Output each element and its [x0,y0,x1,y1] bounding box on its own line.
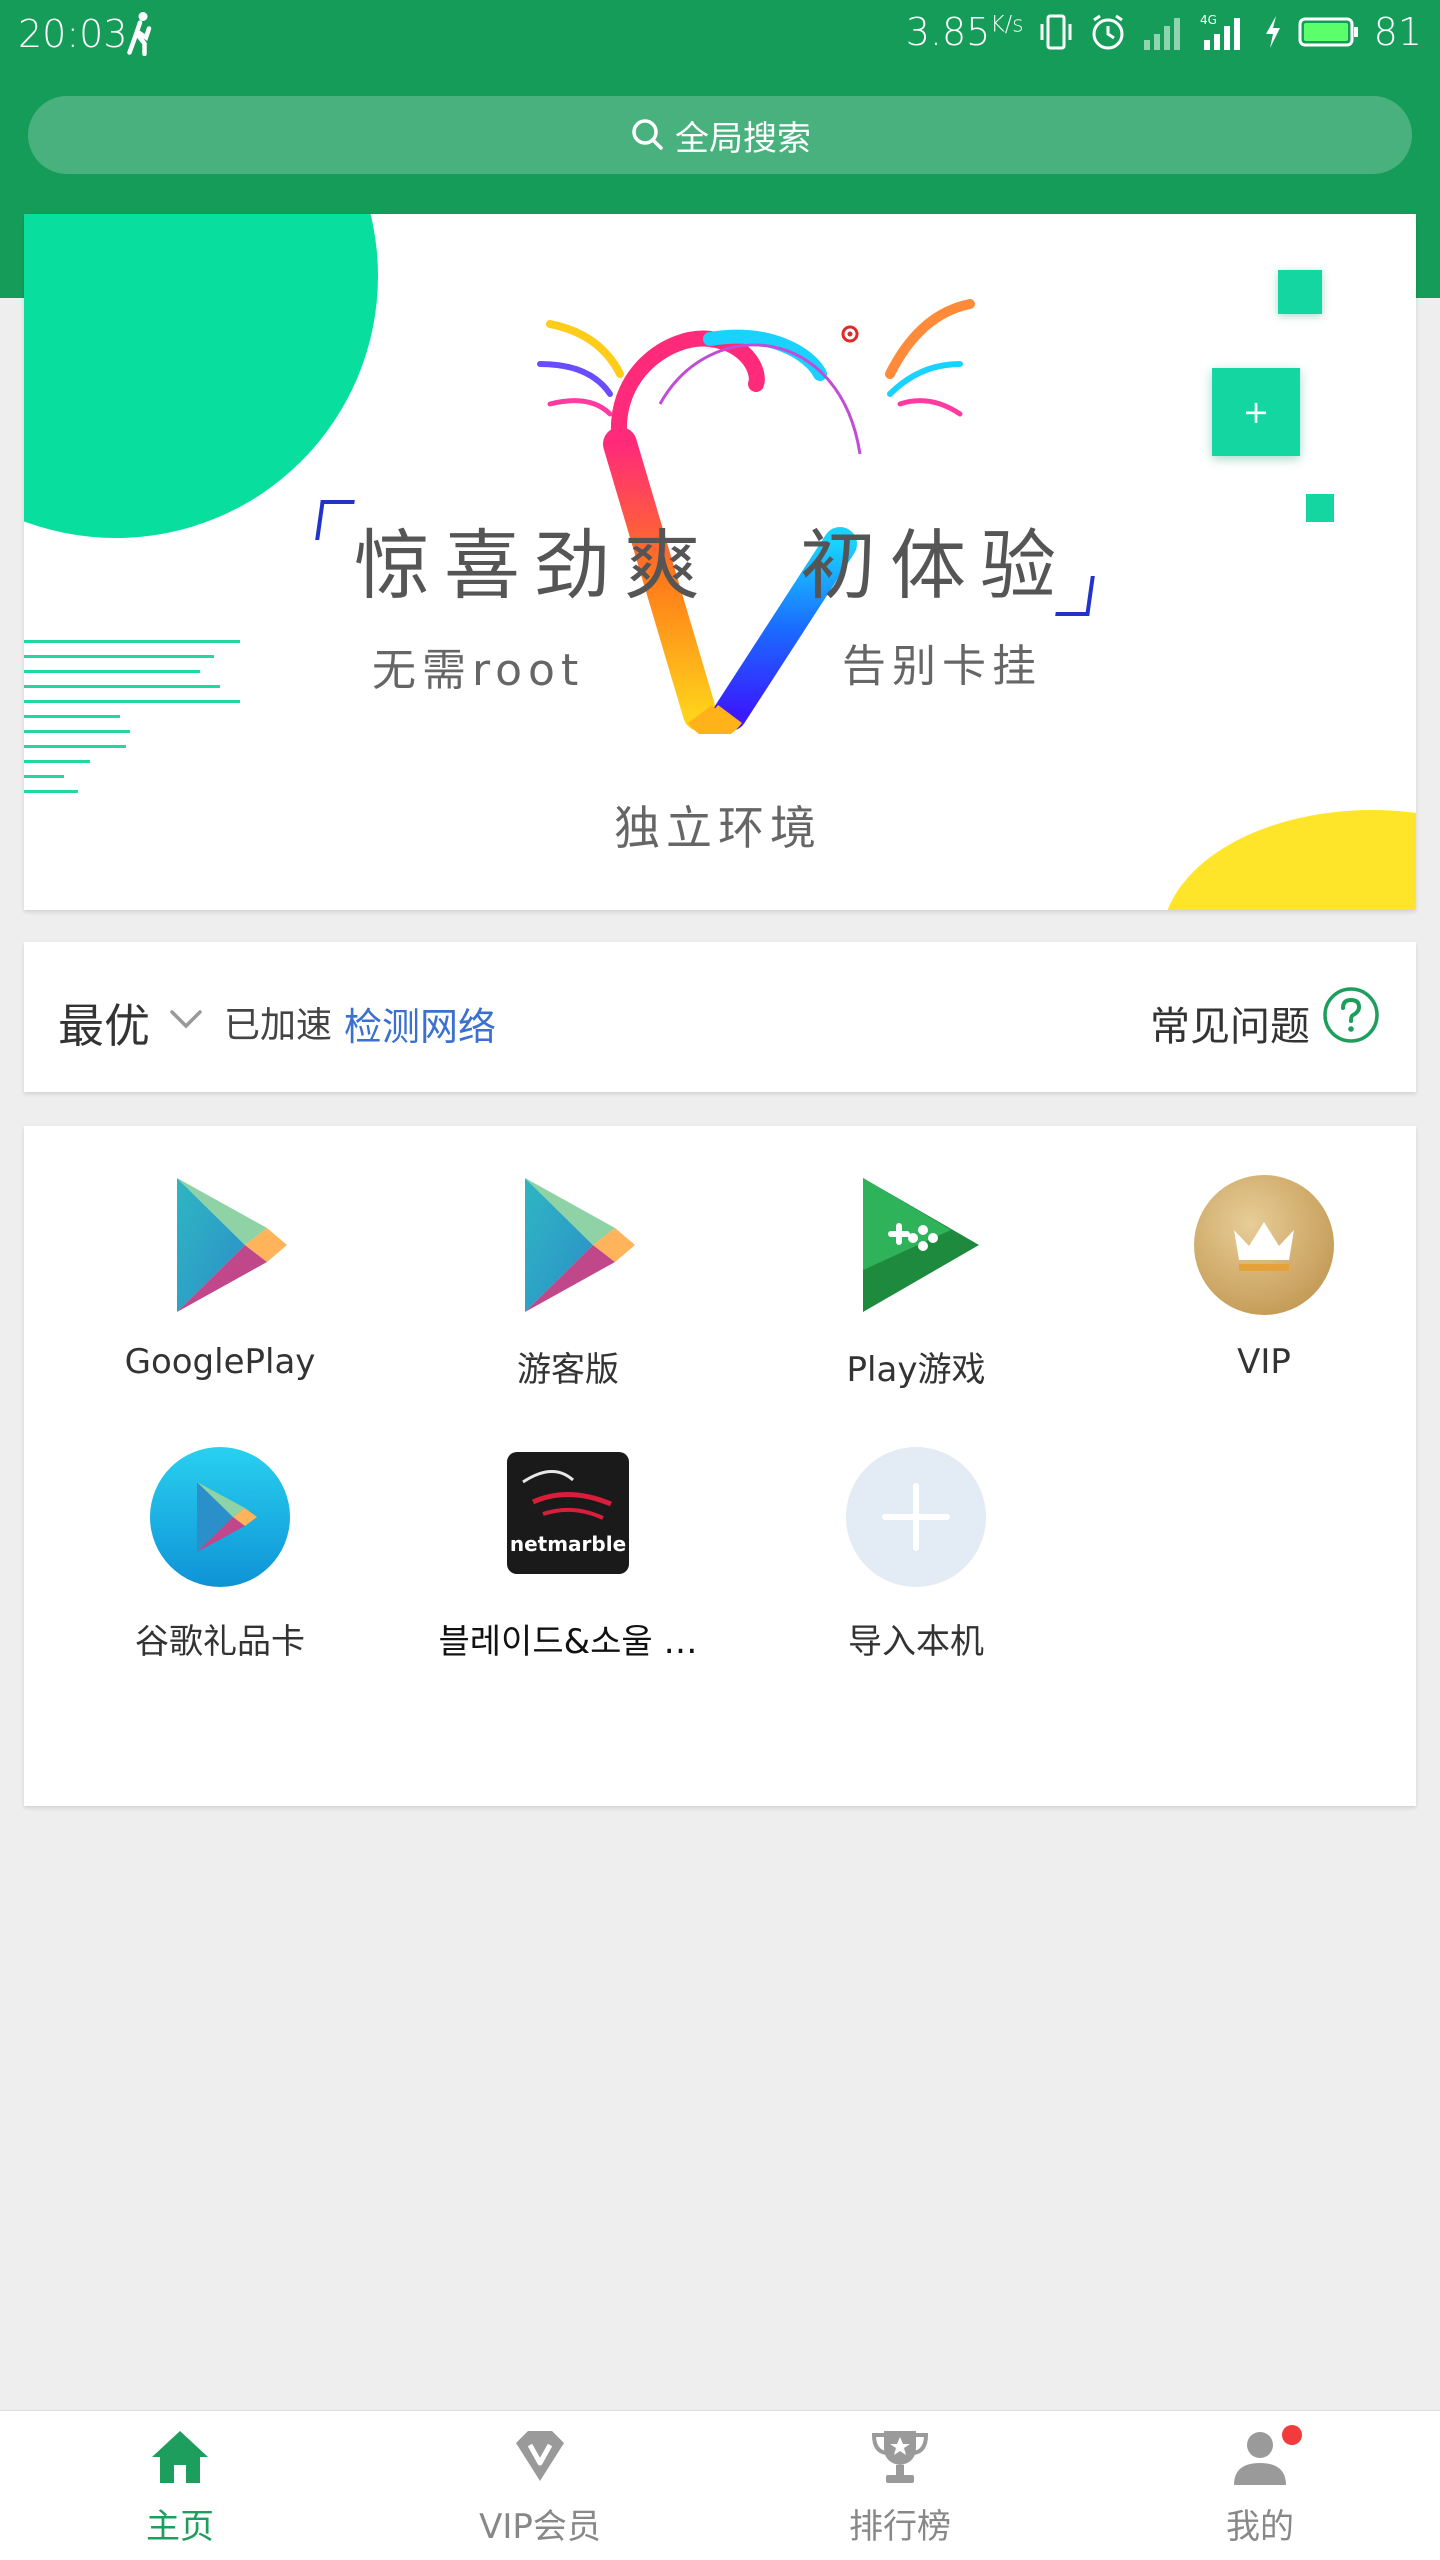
netmarble-text: netmarble [509,1532,627,1556]
app-blade-and-soul[interactable]: netmarble 블레이드&소울 … [394,1442,742,1663]
signal-4g-icon: 4G [1200,13,1240,50]
search-icon [632,119,663,150]
app-label: VIP [1237,1342,1291,1382]
status-bar: 20:03 3.85K/s 4G 81 [0,0,1440,70]
app-label: GooglePlay [124,1342,316,1382]
acceleration-status: 已加速 [224,1005,333,1046]
vip-diamond-icon [516,2431,564,2481]
google-play-icon [493,1170,643,1320]
app-label: 游客版 [517,1350,619,1390]
walking-icon [127,12,152,56]
network-mode-selector[interactable]: 最优 [58,990,150,1056]
vibrate-icon [1040,14,1072,50]
notification-badge [1282,2425,1302,2445]
app-play-games[interactable]: Play游戏 [742,1170,1090,1391]
nav-label: 我的 [1226,2507,1294,2547]
banner-subtitle-bottom: 独立环境 [614,801,822,855]
promo-banner[interactable]: + 惊喜劲爽 初体验 无需root 告别卡挂 独立环境 [24,214,1416,910]
nav-label: 排行榜 [849,2507,951,2547]
banner-square-decor [1278,270,1322,314]
alarm-icon [1092,14,1124,50]
crown-icon [1189,1170,1339,1320]
nav-label: 主页 [146,2507,214,2547]
app-label: Play游戏 [846,1350,986,1390]
charging-icon [1265,16,1280,48]
banner-subtitle-right: 告别卡挂 [842,641,1042,692]
status-right-group: 3.85K/s 4G 81 [906,10,1422,54]
banner-yellow-shape [1162,810,1416,910]
banner-bracket-left [315,500,355,540]
battery-icon [1298,17,1358,47]
app-google-play[interactable]: GooglePlay [46,1170,394,1382]
svg-text:4G: 4G [1200,13,1217,27]
nav-mine[interactable]: 我的 [1080,2411,1440,2560]
app-label: 블레이드&소울 … [438,1622,698,1662]
banner-stripe-decor [24,640,240,805]
banner-subtitle-left: 无需root [372,645,585,696]
nav-label: VIP会员 [479,2507,601,2547]
global-search-bar[interactable]: 全局搜索 [28,96,1412,174]
faq-link[interactable]: 常见问题 [1150,994,1310,1052]
app-label: 谷歌礼品卡 [135,1622,305,1662]
nav-vip-member[interactable]: VIP会员 [360,2411,720,2560]
gift-card-play-icon [145,1442,295,1592]
chevron-down-icon[interactable] [164,998,208,1042]
nav-leaderboard[interactable]: 排行榜 [720,2411,1080,2560]
status-time: 20:03 [18,12,128,56]
banner-square-decor [1306,494,1334,522]
home-icon [152,2431,208,2483]
app-label: 导入本机 [848,1622,984,1662]
app-import-local[interactable]: 导入本机 [742,1442,1090,1663]
nav-home[interactable]: 主页 [0,2411,360,2560]
network-card: 最优 已加速 检测网络 常见问题 [24,942,1416,1092]
plus-icon [841,1442,991,1592]
app-guest-version[interactable]: 游客版 [394,1170,742,1391]
battery-level: 81 [1373,10,1422,54]
banner-teal-circle [24,214,378,538]
signal-off-icon [1143,18,1180,50]
google-play-icon [145,1170,295,1320]
play-games-icon [841,1170,991,1320]
network-speed: 3.85K/s [905,10,1024,54]
detect-network-link[interactable]: 检测网络 [344,996,496,1051]
banner-title-right: 初体验 [800,521,1070,610]
bottom-navigation: 主页 VIP会员 排行榜 我的 [0,2410,1440,2560]
help-circle-icon[interactable] [1322,986,1380,1044]
banner-title-left: 惊喜劲爽 [354,521,714,610]
app-google-gift-card[interactable]: 谷歌礼品卡 [46,1442,394,1663]
app-vip[interactable]: VIP [1090,1170,1438,1382]
blade-soul-icon: netmarble [493,1442,643,1592]
banner-plus-square: + [1212,368,1300,456]
apps-grid-card: GooglePlay 游客版 Play游戏 VIP 谷歌礼品卡 netmarbl… [24,1126,1416,1806]
trophy-icon [871,2431,929,2483]
search-placeholder: 全局搜索 [675,118,811,159]
